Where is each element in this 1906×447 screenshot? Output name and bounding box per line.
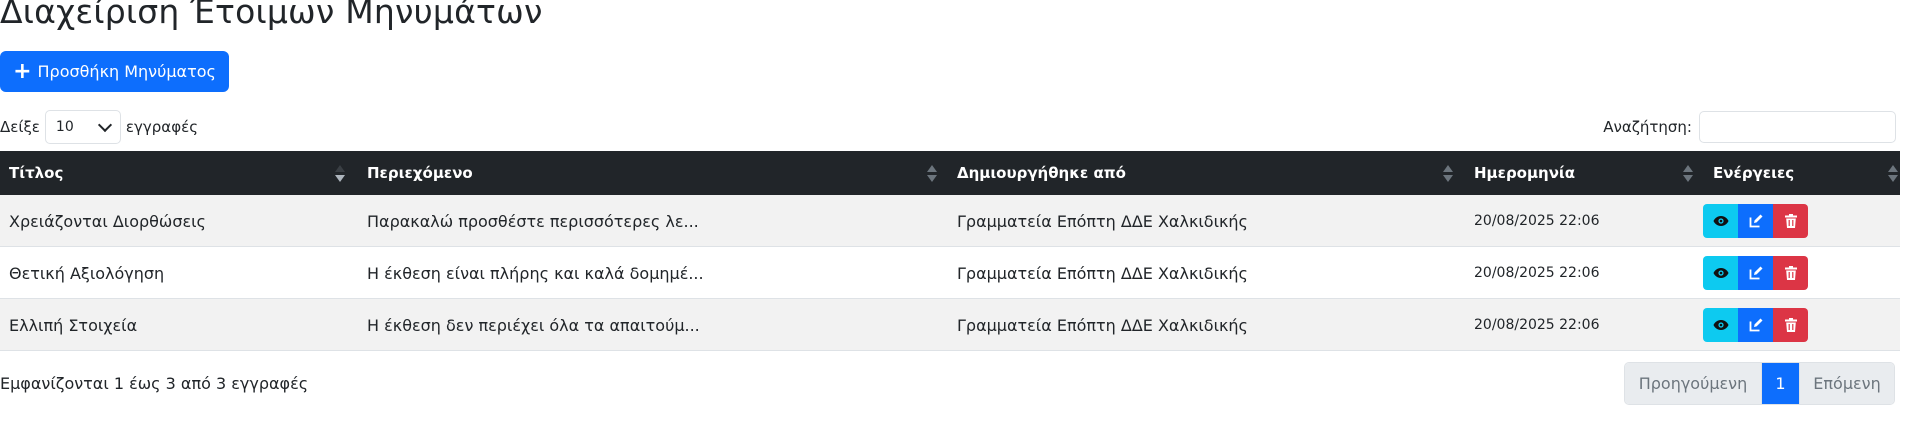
- view-button[interactable]: [1703, 256, 1738, 290]
- cell-content: Παρακαλώ προσθέστε περισσότερες λε...: [367, 211, 699, 231]
- row-actions: [1703, 204, 1808, 238]
- length-menu: Δείξε 10 εγγραφές: [0, 110, 198, 144]
- page-length-select[interactable]: 10: [44, 110, 121, 144]
- sort-desc-icon: [334, 165, 345, 183]
- eye-icon: [1713, 216, 1728, 226]
- sort-icon: [1887, 165, 1898, 183]
- edit-button[interactable]: [1738, 204, 1773, 238]
- search-input[interactable]: [1699, 111, 1896, 143]
- delete-button[interactable]: [1773, 308, 1808, 342]
- cell-title: Θετική Αξιολόγηση: [9, 263, 165, 283]
- column-header-label: Ενέργειες: [1713, 164, 1795, 182]
- edit-button[interactable]: [1738, 256, 1773, 290]
- trash-icon: [1784, 266, 1797, 280]
- column-header-label: Περιεχόμενο: [367, 164, 473, 182]
- chevron-down-icon: [97, 117, 112, 132]
- pagination-page-1[interactable]: 1: [1762, 363, 1799, 404]
- length-suffix: εγγραφές: [125, 118, 198, 136]
- cell-title: Ελλιπή Στοιχεία: [9, 315, 138, 335]
- edit-icon: [1749, 266, 1762, 280]
- eye-icon: [1713, 320, 1728, 330]
- page-title: Διαχείριση Έτοιμων Μηνυμάτων: [0, 0, 543, 31]
- column-header-actions[interactable]: Ενέργειες: [1713, 151, 1794, 195]
- cell-author: Γραμματεία Επόπτη ΔΔΕ Χαλκιδικής: [957, 211, 1248, 231]
- delete-button[interactable]: [1773, 256, 1808, 290]
- cell-author: Γραμματεία Επόπτη ΔΔΕ Χαλκιδικής: [957, 315, 1248, 335]
- cell-date: 20/08/2025 22:06: [1474, 317, 1600, 333]
- table-info: Εμφανίζονται 1 έως 3 από 3 εγγραφές: [0, 374, 309, 393]
- plus-icon: +: [13, 58, 32, 84]
- table-body: Χρειάζονται Διορθώσεις Παρακαλώ προσθέστ…: [0, 195, 1900, 351]
- row-actions: [1703, 308, 1808, 342]
- trash-icon: [1784, 214, 1797, 228]
- messages-table: Τίτλος Περιεχόμενο Δημιουργήθηκε από Ημε…: [0, 151, 1900, 351]
- column-header-date[interactable]: Ημερομηνία: [1474, 151, 1575, 195]
- length-prefix: Δείξε: [0, 118, 40, 136]
- sort-icon: [1682, 165, 1693, 183]
- trash-icon: [1784, 318, 1797, 332]
- eye-icon: [1713, 268, 1728, 278]
- edit-icon: [1749, 318, 1762, 332]
- column-header-label: Δημιουργήθηκε από: [957, 164, 1126, 182]
- table-row: Θετική Αξιολόγηση Η έκθεση είναι πλήρης …: [0, 247, 1900, 299]
- pagination-previous[interactable]: Προηγούμενη: [1625, 363, 1762, 404]
- edit-button[interactable]: [1738, 308, 1773, 342]
- delete-button[interactable]: [1773, 204, 1808, 238]
- table-header: Τίτλος Περιεχόμενο Δημιουργήθηκε από Ημε…: [0, 151, 1900, 195]
- table-row: Χρειάζονται Διορθώσεις Παρακαλώ προσθέστ…: [0, 195, 1900, 247]
- row-actions: [1703, 256, 1808, 290]
- cell-date: 20/08/2025 22:06: [1474, 265, 1600, 281]
- view-button[interactable]: [1703, 204, 1738, 238]
- add-message-label: Προσθήκη Μηνύματος: [37, 62, 216, 81]
- column-header-title[interactable]: Τίτλος: [9, 151, 63, 195]
- column-header-label: Ημερομηνία: [1474, 164, 1576, 182]
- table-row: Ελλιπή Στοιχεία Η έκθεση δεν περιέχει όλ…: [0, 299, 1900, 351]
- search-label: Αναζήτηση:: [1603, 118, 1692, 136]
- page-length-value: 10: [55, 119, 74, 135]
- cell-content: Η έκθεση δεν περιέχει όλα τα απαιτούμ...: [367, 315, 700, 335]
- cell-title: Χρειάζονται Διορθώσεις: [9, 211, 206, 231]
- column-header-content[interactable]: Περιεχόμενο: [367, 151, 473, 195]
- sort-icon: [926, 165, 937, 183]
- cell-content: Η έκθεση είναι πλήρης και καλά δομημέ...: [367, 263, 704, 283]
- view-button[interactable]: [1703, 308, 1738, 342]
- sort-icon: [1442, 165, 1453, 183]
- cell-date: 20/08/2025 22:06: [1474, 213, 1600, 229]
- cell-author: Γραμματεία Επόπτη ΔΔΕ Χαλκιδικής: [957, 263, 1248, 283]
- edit-icon: [1749, 214, 1762, 228]
- pagination-next[interactable]: Επόμενη: [1799, 363, 1894, 404]
- add-message-button[interactable]: + Προσθήκη Μηνύματος: [0, 51, 229, 92]
- column-header-label: Τίτλος: [9, 164, 64, 182]
- search-box: Αναζήτηση:: [1603, 110, 1896, 144]
- pagination: Προηγούμενη 1 Επόμενη: [1624, 362, 1895, 405]
- column-header-author[interactable]: Δημιουργήθηκε από: [957, 151, 1126, 195]
